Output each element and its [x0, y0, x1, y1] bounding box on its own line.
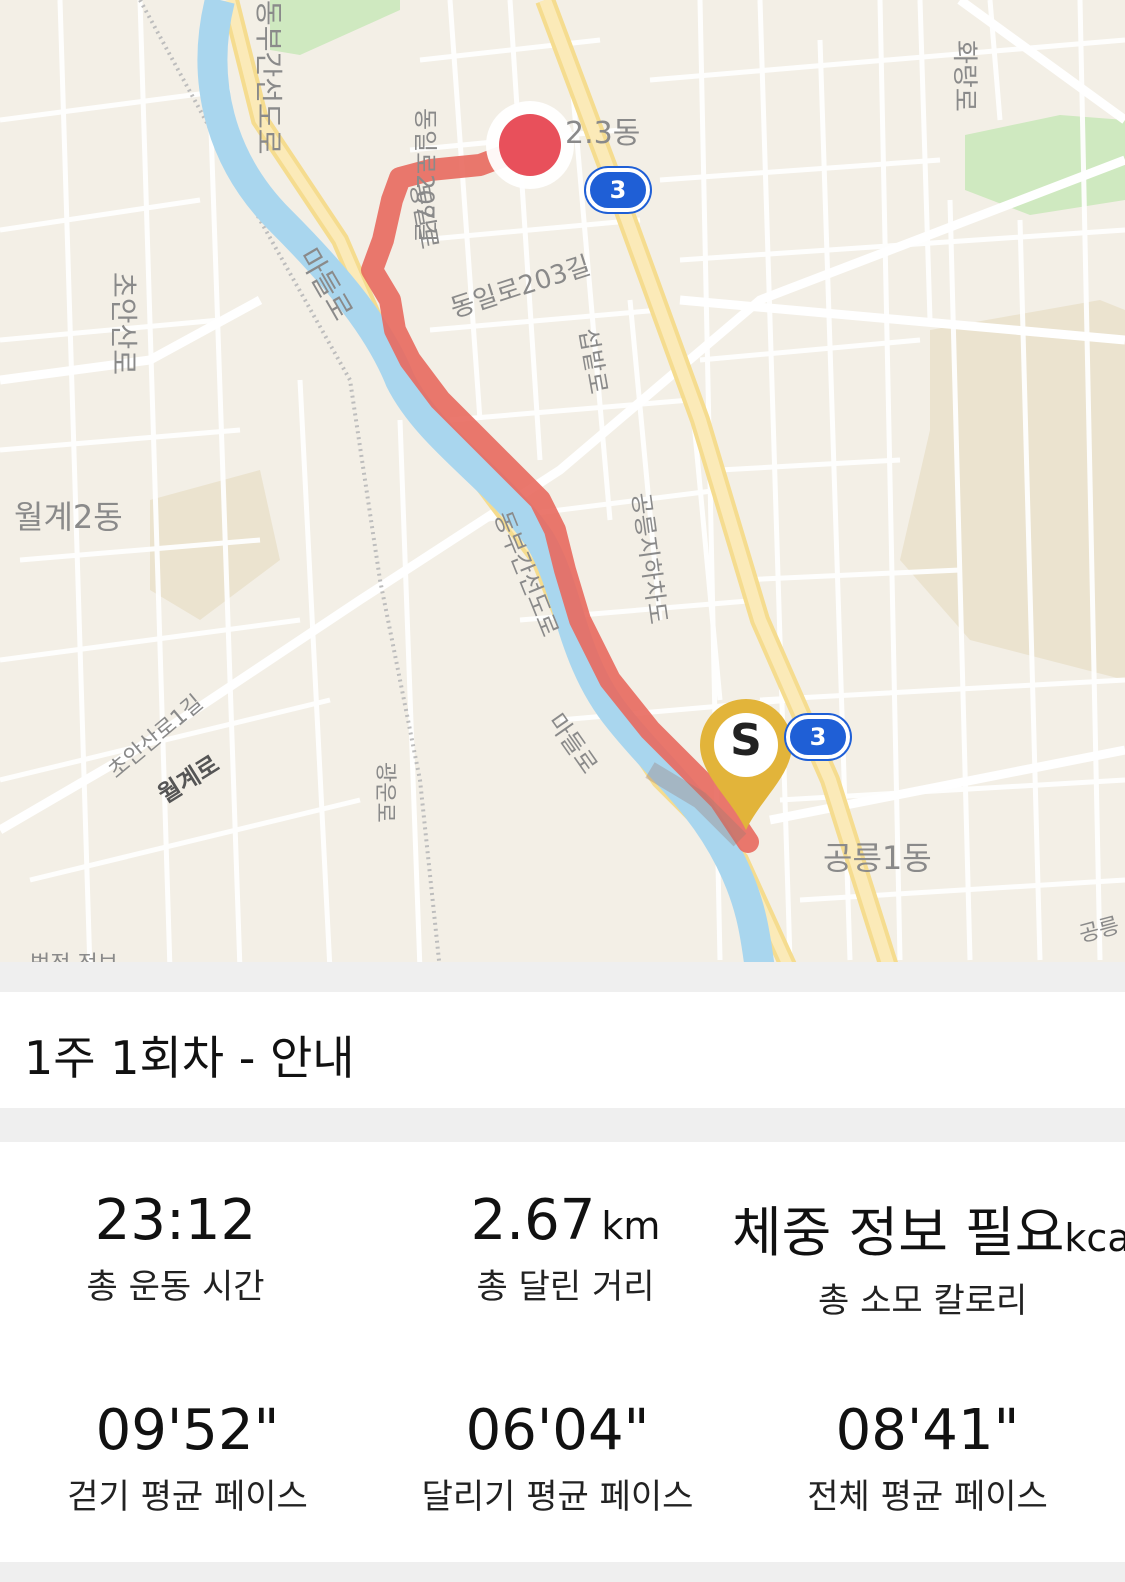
map-label-hwarangro: 화랑로 — [949, 40, 979, 112]
stat-label: 전체 평균 페이스 — [807, 1477, 1048, 1517]
route-badge-1: 3 — [586, 168, 650, 212]
section-divider — [0, 1108, 1125, 1142]
stat-value: 2.67 — [470, 1188, 596, 1253]
map-label-gongneung1: 공릉1동 — [823, 839, 932, 877]
stat-distance: 2.67 km 총 달린 거리 — [378, 1188, 753, 1308]
stat-label: 걷기 평균 페이스 — [67, 1477, 308, 1517]
stat-total-time: 23:12 총 운동 시간 — [0, 1188, 363, 1308]
stat-calories: 체중 정보 필요kcal 총 소모 칼로리 — [732, 1188, 1125, 1322]
start-pin-letter: S — [730, 715, 762, 766]
stat-value: 체중 정보 필요 — [732, 1201, 1065, 1264]
map-label-gwanggunro: 광운로 — [372, 762, 397, 823]
stat-value: 23:12 — [94, 1188, 257, 1253]
bottom-divider — [0, 1562, 1125, 1582]
stat-value: 08'41" — [835, 1398, 1020, 1463]
map-label-expressway-top: 동부간선도로 — [252, 0, 285, 155]
stat-value: 06'04" — [465, 1398, 650, 1463]
map-canvas — [0, 0, 1125, 970]
stat-unit: km — [601, 1204, 661, 1248]
route-map[interactable]: S 3 3 동부간선도로 마들로 초안산로 월계2동 동일로207길 동일로 동… — [0, 0, 1125, 970]
map-label-choansan: 초안산로 — [107, 272, 140, 376]
session-header: 1주 1회차 - 안내 — [0, 992, 1125, 1116]
route-badge-2: 3 — [786, 715, 850, 759]
section-divider — [0, 962, 1125, 992]
stat-walk-pace: 09'52" 걷기 평균 페이스 — [0, 1398, 375, 1518]
stat-overall-pace: 08'41" 전체 평균 페이스 — [740, 1398, 1115, 1518]
stat-value: 09'52" — [95, 1398, 280, 1463]
stat-label: 총 운동 시간 — [86, 1267, 265, 1307]
map-label-dong23: 2.3동 — [565, 116, 641, 151]
stat-unit: kcal — [1064, 1216, 1125, 1260]
stat-label: 달리기 평균 페이스 — [421, 1477, 694, 1517]
stat-label: 총 달린 거리 — [476, 1267, 655, 1307]
stat-run-pace: 06'04" 달리기 평균 페이스 — [370, 1398, 745, 1518]
stats-panel: 23:12 총 운동 시간 2.67 km 총 달린 거리 체중 정보 필요kca… — [0, 1142, 1125, 1562]
stat-label: 총 소모 칼로리 — [818, 1281, 1028, 1321]
session-title: 1주 1회차 - 안내 — [24, 1031, 355, 1085]
map-label-wolgye2: 월계2동 — [14, 498, 123, 536]
